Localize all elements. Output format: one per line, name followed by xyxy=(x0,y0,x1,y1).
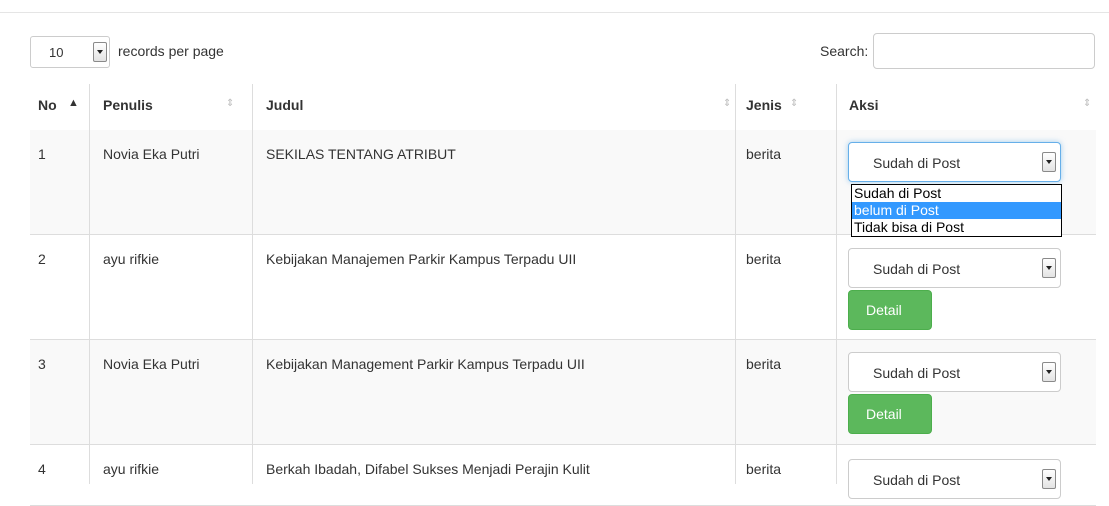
cell-penulis: ayu rifkie xyxy=(103,461,160,477)
chevron-down-icon[interactable] xyxy=(1042,469,1056,489)
cell-judul: Kebijakan Manajemen Parkir Kampus Terpad… xyxy=(266,251,577,267)
sort-icon[interactable]: ⇕ xyxy=(723,99,731,109)
cell-penulis: Novia Eka Putri xyxy=(103,146,200,162)
sort-asc-icon[interactable]: ▲ xyxy=(68,98,79,109)
status-option[interactable]: Tidak bisa di Post xyxy=(852,219,1061,236)
column-divider xyxy=(252,84,253,484)
column-divider xyxy=(89,84,90,484)
status-select-value: Sudah di Post xyxy=(873,261,961,277)
column-header-penulis[interactable]: Penulis xyxy=(103,97,153,113)
sort-icon[interactable]: ⇕ xyxy=(226,99,234,109)
cell-jenis: berita xyxy=(746,146,782,162)
column-header-aksi[interactable]: Aksi xyxy=(849,97,879,113)
records-per-page-label: records per page xyxy=(118,43,224,59)
cell-judul: SEKILAS TENTANG ATRIBUT xyxy=(266,146,456,162)
cell-no: 3 xyxy=(38,356,46,372)
cell-jenis: berita xyxy=(746,251,782,267)
records-per-page-value: 10 xyxy=(49,45,64,60)
top-divider xyxy=(0,12,1109,13)
status-select-value: Sudah di Post xyxy=(873,155,961,171)
status-dropdown-list: Sudah di Post belum di Post Tidak bisa d… xyxy=(851,184,1062,237)
column-header-judul[interactable]: Judul xyxy=(266,97,303,113)
column-divider xyxy=(836,84,837,484)
cell-no: 4 xyxy=(38,461,46,477)
chevron-down-icon[interactable] xyxy=(93,42,107,62)
status-select-value: Sudah di Post xyxy=(873,472,961,488)
chevron-down-icon[interactable] xyxy=(1042,258,1056,278)
status-option[interactable]: Sudah di Post xyxy=(852,185,1061,202)
search-label: Search: xyxy=(820,43,869,59)
search-input[interactable] xyxy=(873,33,1095,69)
sort-icon[interactable]: ⇕ xyxy=(790,99,798,109)
table-row: 3 Novia Eka Putri Kebijakan Management P… xyxy=(30,340,1096,445)
cell-penulis: Novia Eka Putri xyxy=(103,356,200,372)
sort-icon[interactable]: ⇕ xyxy=(1083,99,1091,109)
cell-no: 2 xyxy=(38,251,46,267)
status-select-value: Sudah di Post xyxy=(873,365,961,381)
status-select[interactable]: Sudah di Post xyxy=(848,142,1061,182)
cell-penulis: ayu rifkie xyxy=(103,251,160,267)
detail-button[interactable]: Detail xyxy=(848,290,932,330)
cell-jenis: berita xyxy=(746,356,782,372)
status-option-highlighted[interactable]: belum di Post xyxy=(852,202,1061,219)
column-header-no[interactable]: No xyxy=(38,97,57,113)
status-select[interactable]: Sudah di Post xyxy=(848,248,1061,288)
status-select[interactable]: Sudah di Post xyxy=(848,459,1061,499)
column-header-jenis[interactable]: Jenis xyxy=(746,97,782,113)
table-header: No ▲ Penulis ⇕ Judul ⇕ Jenis ⇕ Aksi ⇕ xyxy=(30,84,1096,132)
records-per-page-select[interactable]: 10 xyxy=(30,36,110,68)
cell-judul: Berkah Ibadah, Difabel Sukses Menjadi Pe… xyxy=(266,461,590,477)
cell-judul: Kebijakan Management Parkir Kampus Terpa… xyxy=(266,356,585,372)
table-row: 4 ayu rifkie Berkah Ibadah, Difabel Suks… xyxy=(30,445,1096,506)
column-divider xyxy=(735,84,736,484)
status-select[interactable]: Sudah di Post xyxy=(848,352,1061,392)
chevron-down-icon[interactable] xyxy=(1042,152,1056,172)
cell-no: 1 xyxy=(38,146,46,162)
detail-button[interactable]: Detail xyxy=(848,394,932,434)
cell-jenis: berita xyxy=(746,461,782,477)
chevron-down-icon[interactable] xyxy=(1042,362,1056,382)
table-row: 2 ayu rifkie Kebijakan Manajemen Parkir … xyxy=(30,235,1096,340)
